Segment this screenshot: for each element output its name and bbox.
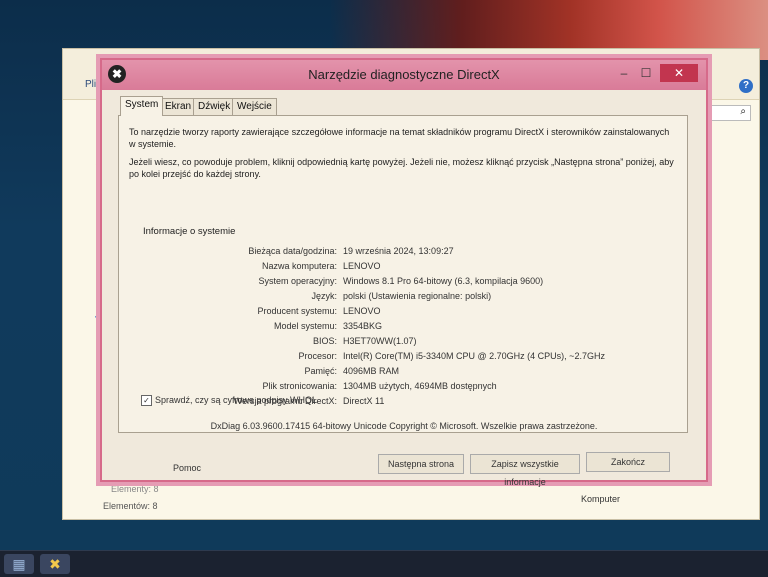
info-value: 4096MB RAM <box>343 366 400 376</box>
info-value: Intel(R) Core(TM) i5-3340M CPU @ 2.70GHz… <box>343 351 605 361</box>
dxdiag-dialog: ✖ Narzędzie diagnostyczne DirectX – ☐ ✕ … <box>100 58 708 487</box>
info-row: Model systemu: 3354BKG <box>133 321 673 335</box>
info-row: Producent systemu: LENOVO <box>133 306 673 320</box>
info-value: LENOVO <box>343 261 381 271</box>
copyright-text: DxDiag 6.03.9600.17415 64-bitowy Unicode… <box>210 421 598 431</box>
explorer-file-tab[interactable]: Pli <box>85 79 96 90</box>
help-icon[interactable]: ? <box>739 79 753 93</box>
info-value: DirectX 11 <box>343 396 385 406</box>
dialog-content: System Ekran Dźwięk Wejście ➚ To narzędz… <box>116 96 694 487</box>
info-value: polski (Ustawienia regionalne: polski) <box>343 291 492 301</box>
whql-checkbox-label: Sprawdź, czy są cyfrowe podpisy WHQL <box>155 395 318 405</box>
info-row: Język: polski (Ustawienia regionalne: po… <box>133 291 673 305</box>
info-value: 19 września 2024, 13:09:27 <box>343 246 454 256</box>
tab-display[interactable]: Ekran <box>160 98 197 115</box>
info-label: System operacyjny: <box>258 276 337 286</box>
taskbar: ▦ ✖ <box>0 550 768 577</box>
close-button[interactable]: ✕ <box>660 64 698 82</box>
system-info-group: Informacje o systemie Bieżąca data/godzi… <box>133 212 673 426</box>
whql-checkbox[interactable]: ✓ Sprawdź, czy są cyfrowe podpisy WHQL <box>141 395 318 407</box>
intro-text-2: Jeżeli wiesz, co powoduje problem, klikn… <box>129 157 674 179</box>
title-bar[interactable]: ✖ Narzędzie diagnostyczne DirectX – ☐ ✕ <box>102 60 706 90</box>
exit-button[interactable]: Zakończ <box>586 452 670 472</box>
save-all-button[interactable]: Zapisz wszystkie informacje <box>470 454 580 487</box>
next-page-button[interactable]: Następna strona <box>378 454 464 474</box>
info-row: Procesor: Intel(R) Core(TM) i5-3340M CPU… <box>133 351 673 365</box>
info-value: Windows 8.1 Pro 64-bitowy (6.3, kompilac… <box>343 276 544 286</box>
item-count: Elementy: 8 <box>111 484 159 494</box>
info-row: System operacyjny: Windows 8.1 Pro 64-bi… <box>133 276 673 290</box>
item-count-status: Elementów: 8 <box>103 501 158 511</box>
info-row: BIOS: H3ET70WW(1.07) <box>133 336 673 350</box>
intro-text-1: To narzędzie tworzy raporty zawierające … <box>129 127 670 149</box>
system-panel: To narzędzie tworzy raporty zawierające … <box>118 115 688 433</box>
info-label: Język: <box>311 291 337 301</box>
info-row: Nazwa komputera: LENOVO <box>133 261 673 275</box>
tab-system[interactable]: System <box>120 96 164 116</box>
system-info-title: Informacje o systemie <box>143 226 236 237</box>
info-label: Plik stronicowania: <box>262 381 337 391</box>
info-label: BIOS: <box>312 336 337 346</box>
info-label: Producent systemu: <box>257 306 337 316</box>
directx-taskbar-icon[interactable]: ✖ <box>40 554 70 574</box>
info-value: 3354BKG <box>343 321 383 331</box>
minimize-button[interactable]: – <box>614 64 634 82</box>
info-row: Pamięć: 4096MB RAM <box>133 366 673 380</box>
info-label: Nazwa komputera: <box>261 261 337 271</box>
maximize-button[interactable]: ☐ <box>636 64 656 82</box>
info-value: H3ET70WW(1.07) <box>343 336 417 346</box>
info-value: 1304MB użytych, 4694MB dostępnych <box>343 381 497 391</box>
info-row: Plik stronicowania: 1304MB użytych, 4694… <box>133 381 673 395</box>
info-label: Pamięć: <box>304 366 337 376</box>
info-row: Bieżąca data/godzina: 19 września 2024, … <box>133 246 673 260</box>
info-label: Bieżąca data/godzina: <box>248 246 337 256</box>
checkbox-icon[interactable]: ✓ <box>141 395 152 407</box>
info-label: Procesor: <box>298 351 337 361</box>
info-label: Model systemu: <box>273 321 337 331</box>
explorer-taskbar-icon[interactable]: ▦ <box>4 554 34 574</box>
tab-input[interactable]: Wejście <box>232 98 277 115</box>
tab-sound[interactable]: Dźwięk <box>193 98 236 115</box>
help-button[interactable]: Pomoc <box>156 458 218 478</box>
info-value: LENOVO <box>343 306 381 316</box>
computer-location[interactable]: Komputer <box>581 494 620 504</box>
